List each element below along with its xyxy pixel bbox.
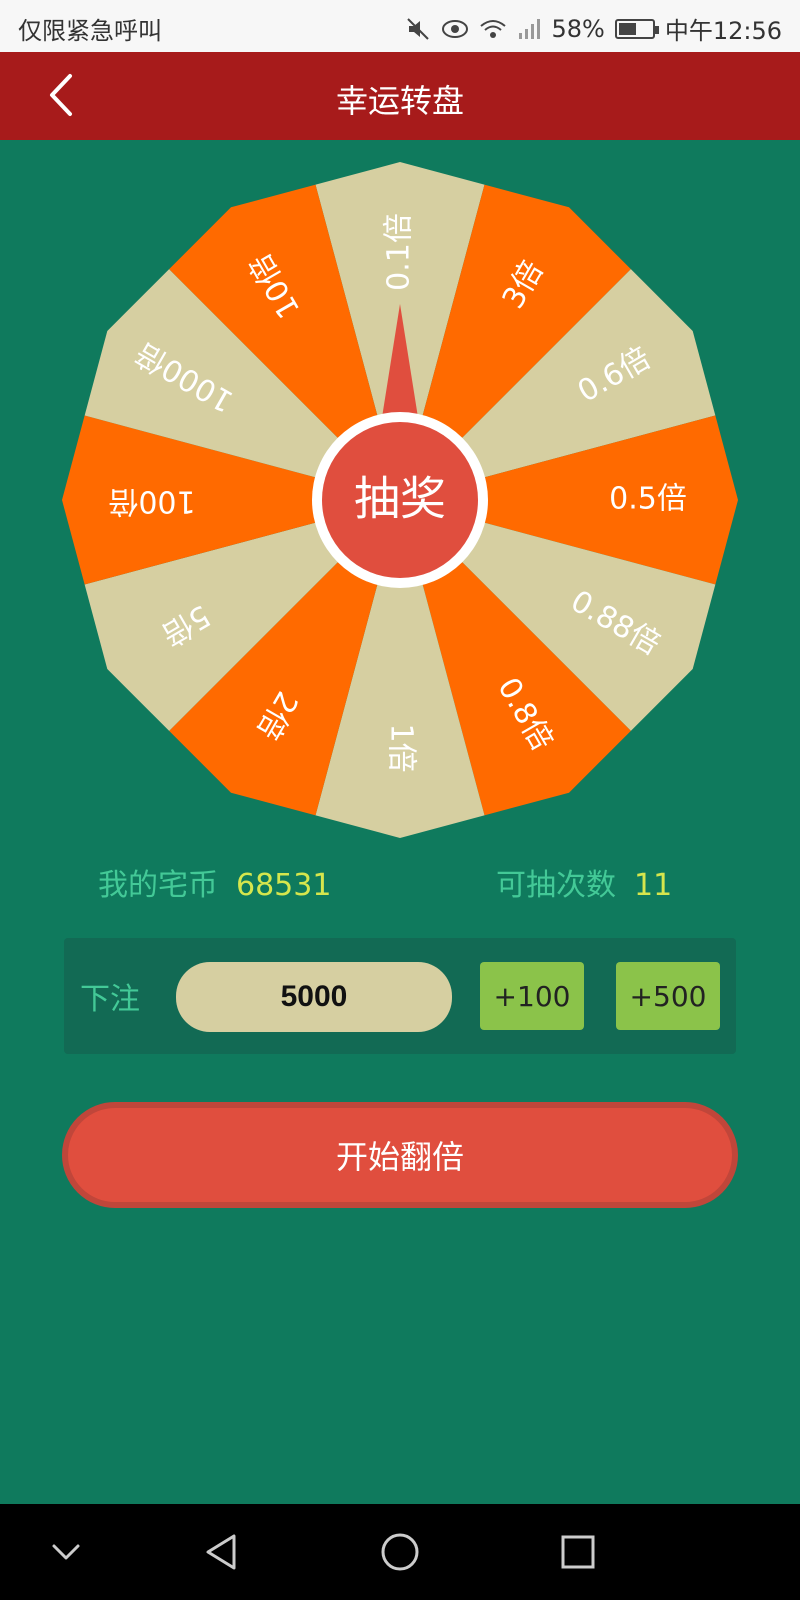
lucky-wheel: 0.1倍 3倍0.6倍0.5倍0.88倍0.8倍1倍2倍5倍100倍1000倍10… [62,162,738,838]
chevron-down-icon[interactable] [42,1528,90,1576]
system-nav-bar [0,1504,800,1600]
draws-stat: 可抽次数 11 [496,860,672,904]
home-circle-icon[interactable] [376,1528,424,1576]
wheel-segment-label: 0.1倍 [382,213,417,291]
battery-percent: 58% [551,14,605,43]
add-500-button[interactable]: +500 [616,962,720,1030]
coins-stat: 我的宅币 68531 [98,860,331,904]
app-bar: 幸运转盘 [0,52,800,140]
bet-label: 下注 [80,982,140,1017]
mute-icon [407,17,430,40]
emergency-call-text: 仅限紧急呼叫 [18,17,162,45]
clock: 中午12:56 [664,17,782,45]
wheel-segment-label: 100倍 [108,484,195,519]
wheel-segment-label: 1倍 [384,723,419,772]
bet-panel: 下注 +100 +500 [64,938,736,1054]
draws-value: 11 [634,868,673,903]
wifi-icon [480,19,507,38]
back-triangle-icon[interactable] [198,1528,246,1576]
battery-icon [614,18,659,39]
coins-value: 68531 [236,868,332,903]
add-100-button[interactable]: +100 [480,962,584,1030]
coins-label: 我的宅币 [98,868,218,903]
draw-button-label[interactable]: 抽奖 [354,472,446,526]
draws-label: 可抽次数 [496,868,616,903]
signal-icon [519,18,541,39]
bet-amount-input[interactable] [176,962,452,1032]
recents-square-icon[interactable] [554,1528,602,1576]
eye-icon [442,19,469,38]
start-double-button[interactable]: 开始翻倍 [62,1102,738,1208]
wheel-segment-label: 0.5倍 [609,482,687,517]
status-bar: 仅限紧急呼叫 58% 中午12:56 [0,0,800,52]
status-icons: 58% 中午12:56 [405,11,782,46]
page-title: 幸运转盘 [335,82,464,120]
